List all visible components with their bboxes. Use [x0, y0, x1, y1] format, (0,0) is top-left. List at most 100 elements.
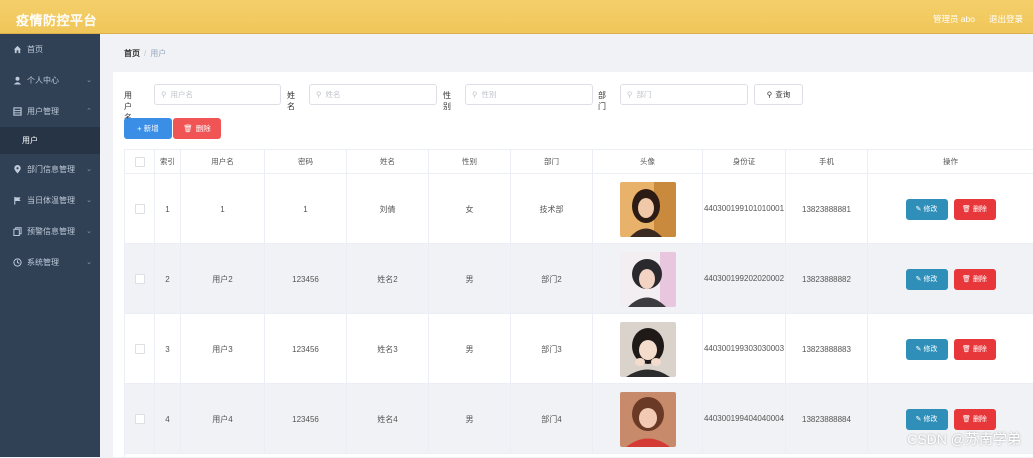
row-checkbox[interactable]: [134, 274, 145, 284]
chevron-down-icon: ⌄: [86, 197, 92, 204]
col-header-index: 索引: [155, 150, 181, 174]
cell-phone: 13823888883: [786, 314, 868, 384]
cell-name: 姓名4: [347, 384, 429, 454]
cell-actions: ✎ 修改 🗑 删除: [868, 244, 1033, 314]
edit-button-label: 修改: [923, 416, 938, 423]
gender-filter-label: 性别: [443, 91, 451, 111]
cell-username: 用户4: [181, 384, 265, 454]
dept-filter-label: 部门: [598, 91, 606, 111]
select-all-checkbox[interactable]: [134, 157, 145, 168]
delete-button-label: 删除: [972, 206, 987, 213]
cell-index: 1: [155, 174, 181, 244]
cell-gender: 女: [429, 174, 511, 244]
cell-avatar: [593, 314, 703, 384]
avatar: [619, 321, 676, 377]
gender-filter-placeholder: 性别: [481, 90, 497, 99]
delete-button[interactable]: 🗑 删除: [953, 338, 996, 360]
app-title: 疫情防控平台: [16, 13, 98, 28]
row-checkbox[interactable]: [134, 344, 145, 354]
row-checkbox[interactable]: [134, 204, 145, 214]
edit-button[interactable]: ✎ 修改: [905, 408, 948, 430]
breadcrumb-home[interactable]: 首页: [124, 49, 140, 58]
sidebar-item-warning[interactable]: 预警信息管理 ⌄: [0, 216, 100, 247]
sidebar: 首页 个人中心 ⌄ 用户管理 ⌃ 用户 部门信息管理 ⌄ 当日体温管理 ⌄ 预警…: [0, 34, 100, 457]
row-select-cell: [125, 244, 155, 314]
cell-username: 用户2: [181, 244, 265, 314]
sidebar-item-label: 个人中心: [27, 76, 59, 85]
edit-button[interactable]: ✎ 修改: [905, 198, 948, 220]
chevron-down-icon: ⌄: [86, 228, 92, 235]
cell-phone: 13823888881: [786, 174, 868, 244]
edit-icon: ✎: [915, 346, 922, 353]
sidebar-item-temperature[interactable]: 当日体温管理 ⌄: [0, 185, 100, 216]
cell-avatar: [593, 384, 703, 454]
edit-button-label: 修改: [923, 276, 938, 283]
search-icon: ⚲: [161, 90, 167, 99]
batch-delete-button[interactable]: 🗑 删除: [173, 118, 221, 139]
avatar: [619, 391, 676, 447]
row-select-cell: [125, 174, 155, 244]
sidebar-item-system[interactable]: 系统管理 ⌄: [0, 247, 100, 278]
trash-icon: 🗑: [962, 416, 971, 423]
username-filter-input[interactable]: ⚲ 用户名: [154, 84, 281, 105]
table-row: 1 1 1 刘倩 女 技术部 440300199101010001 138238…: [125, 174, 1033, 244]
cell-password: 123456: [265, 314, 347, 384]
sidebar-subitem-user[interactable]: 用户: [0, 127, 100, 154]
clock-icon: [12, 258, 22, 268]
breadcrumb-current: 用户: [150, 49, 167, 58]
cell-gender: 男: [429, 244, 511, 314]
row-checkbox[interactable]: [134, 414, 145, 424]
sidebar-item-label: 预警信息管理: [27, 227, 75, 236]
cell-name: 姓名3: [347, 314, 429, 384]
username-filter-placeholder: 用户名: [170, 90, 194, 99]
delete-button-label: 删除: [972, 276, 987, 283]
gender-filter-input[interactable]: ⚲ 性别: [465, 84, 593, 105]
col-header-phone: 手机: [786, 150, 868, 174]
cell-password: 1: [265, 174, 347, 244]
user-icon: [12, 76, 22, 86]
sidebar-item-dept-info[interactable]: 部门信息管理 ⌄: [0, 154, 100, 185]
edit-button[interactable]: ✎ 修改: [905, 268, 948, 290]
cell-gender: 男: [429, 384, 511, 454]
cell-dept: 部门2: [511, 244, 593, 314]
search-icon: ⚲: [766, 90, 773, 99]
table-header: 索引 用户名 密码 姓名 性别 部门 头像 身份证 手机 操作: [125, 150, 1033, 174]
cell-dept: 部门3: [511, 314, 593, 384]
name-filter-input[interactable]: ⚲ 姓名: [309, 84, 437, 105]
search-icon: ⚲: [316, 90, 322, 99]
sidebar-item-home[interactable]: 首页: [0, 34, 100, 65]
delete-button[interactable]: 🗑 删除: [953, 408, 996, 430]
watermark: CSDN @苏南学弟: [907, 431, 1021, 447]
sidebar-item-personal[interactable]: 个人中心 ⌄: [0, 65, 100, 96]
batch-delete-label: 删除: [195, 124, 211, 133]
edit-icon: ✎: [915, 416, 922, 423]
trash-icon: 🗑: [962, 276, 971, 283]
dept-filter-input[interactable]: ⚲ 部门: [620, 84, 748, 105]
delete-button[interactable]: 🗑 删除: [953, 268, 996, 290]
edit-icon: ✎: [915, 276, 922, 283]
cell-password: 123456: [265, 244, 347, 314]
user-table: 索引 用户名 密码 姓名 性别 部门 头像 身份证 手机 操作 1 1 1 刘倩…: [124, 149, 1033, 458]
trash-icon: 🗑: [962, 206, 971, 213]
col-header-actions: 操作: [868, 150, 1033, 174]
table-row: 3 用户3 123456 姓名3 男 部门3 44030019930303000…: [125, 314, 1033, 384]
logout-link[interactable]: 退出登录: [989, 13, 1023, 25]
trash-icon: 🗑: [183, 124, 193, 133]
home-icon: [12, 45, 22, 55]
table-row: 4 用户4 123456 姓名4 男 部门4 44030019940404000…: [125, 384, 1033, 454]
col-header-dept: 部门: [511, 150, 593, 174]
top-right-area: 管理员 abo 退出登录: [933, 13, 1023, 25]
main-content: 首页 /用户 用户名 ⚲用户名 姓名 ⚲姓名 性别 ⚲性别 部门 ⚲部门 ⚲查询 …: [100, 34, 1033, 458]
sidebar-item-label: 部门信息管理: [27, 165, 75, 174]
col-header-idcard: 身份证: [703, 150, 786, 174]
table-row: 2 用户2 123456 姓名2 男 部门2 44030019920202000…: [125, 244, 1033, 314]
query-button[interactable]: ⚲ 查询: [754, 84, 803, 105]
name-filter-label: 姓名: [287, 91, 295, 111]
cell-idcard: 440300199101010001: [703, 174, 786, 244]
sidebar-item-user-management[interactable]: 用户管理 ⌃: [0, 96, 100, 127]
edit-button[interactable]: ✎ 修改: [905, 338, 948, 360]
cell-idcard: 440300199303030003: [703, 314, 786, 384]
delete-button[interactable]: 🗑 删除: [953, 198, 996, 220]
flag-icon: [12, 196, 22, 206]
add-button[interactable]: + 新增: [124, 118, 172, 139]
